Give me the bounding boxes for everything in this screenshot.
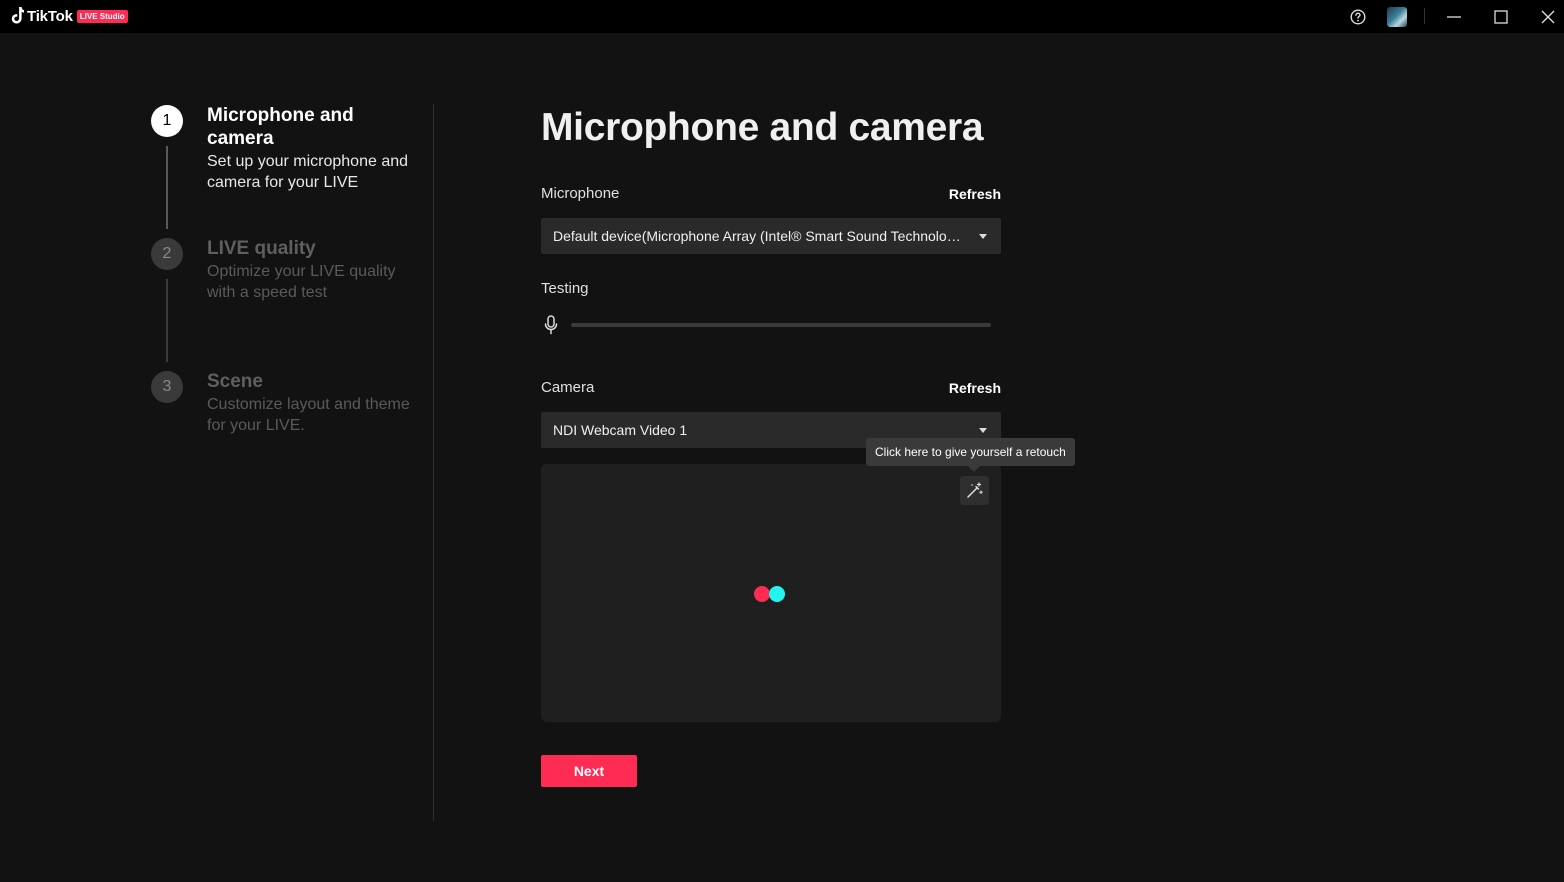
user-avatar-button[interactable] xyxy=(1385,0,1409,33)
caret-down-icon xyxy=(979,428,987,433)
camera-refresh-button[interactable]: Refresh xyxy=(900,380,1001,396)
live-studio-badge: LIVE Studio xyxy=(76,9,128,23)
help-icon xyxy=(1350,8,1366,25)
microphone-level-meter xyxy=(541,314,1001,336)
microphone-selected-value: Default device(Microphone Array (Intel® … xyxy=(553,228,963,244)
tooltip-text: Click here to give yourself a retouch xyxy=(875,445,1066,459)
close-icon xyxy=(1541,10,1555,23)
loading-dot-red xyxy=(754,586,770,602)
loading-indicator xyxy=(754,586,788,602)
step-description: Set up your microphone and camera for yo… xyxy=(207,153,409,191)
retouch-tooltip: Click here to give yourself a retouch xyxy=(866,438,1075,472)
step-title: LIVE quality xyxy=(207,238,316,259)
microphone-refresh-button[interactable]: Refresh xyxy=(900,186,1001,202)
camera-label: Camera xyxy=(541,379,595,396)
step-connector xyxy=(166,146,168,229)
caret-down-icon xyxy=(979,234,987,239)
camera-preview xyxy=(541,464,1001,722)
maximize-icon xyxy=(1494,9,1508,24)
testing-label: Testing xyxy=(541,280,589,297)
title-bar: TikTok LIVE Studio xyxy=(0,0,1564,33)
minimize-button[interactable] xyxy=(1434,0,1474,33)
avatar xyxy=(1387,6,1407,27)
sidebar-divider xyxy=(433,104,434,821)
next-button[interactable]: Next xyxy=(541,755,637,787)
step-description: Optimize your LIVE quality with a speed … xyxy=(207,263,396,301)
step-number: 1 xyxy=(151,105,183,137)
retouch-button[interactable] xyxy=(960,476,989,505)
step-description: Customize layout and theme for your LIVE… xyxy=(207,396,410,434)
microphone-label: Microphone xyxy=(541,185,620,202)
microphone-select[interactable]: Default device(Microphone Array (Intel® … xyxy=(541,218,1001,254)
step-number: 2 xyxy=(151,238,183,270)
step-connector xyxy=(166,279,168,362)
maximize-button[interactable] xyxy=(1481,0,1521,33)
camera-selected-value: NDI Webcam Video 1 xyxy=(553,422,688,438)
level-track xyxy=(571,323,991,327)
help-button[interactable] xyxy=(1346,0,1370,33)
minimize-icon xyxy=(1447,15,1461,18)
page-title: Microphone and camera xyxy=(541,106,984,149)
close-button[interactable] xyxy=(1528,0,1564,33)
tooltip-arrow xyxy=(968,466,980,472)
tiktok-note-icon xyxy=(11,7,24,24)
step-number: 3 xyxy=(151,371,183,403)
loading-dot-cyan xyxy=(769,586,785,602)
app-logo: TikTok LIVE Studio xyxy=(10,6,128,26)
brand-name: TikTok xyxy=(27,7,73,25)
step-title: Scene xyxy=(207,371,263,392)
titlebar-separator xyxy=(1424,8,1425,24)
step-title: Microphone and camera xyxy=(207,105,354,149)
microphone-icon xyxy=(544,315,558,335)
magic-wand-icon xyxy=(967,482,983,498)
